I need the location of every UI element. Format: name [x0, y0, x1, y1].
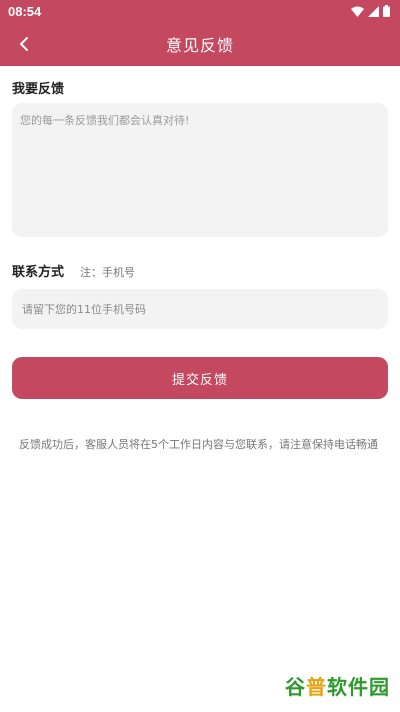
app-bar: 意见反馈	[0, 22, 400, 66]
feedback-textarea[interactable]	[12, 103, 388, 237]
watermark-part3: 软件园	[327, 675, 390, 699]
page-title: 意见反馈	[165, 36, 234, 55]
notice-text: 反馈成功后，客服人员将在5个工作日内容与您联系，请注意保持电话畅通	[19, 438, 378, 451]
status-bar: 08:54	[0, 0, 400, 22]
status-time: 08:54	[8, 3, 42, 19]
contact-row: 联系方式 注：手机号	[12, 261, 135, 280]
battery-icon	[383, 5, 390, 17]
wifi-icon	[351, 6, 364, 17]
status-icons	[351, 5, 390, 17]
back-arrow-icon	[20, 37, 28, 51]
submit-feedback-button[interactable]: 提交反馈	[12, 357, 388, 399]
contact-label: 联系方式	[12, 265, 65, 280]
watermark-part1: 谷	[285, 675, 306, 699]
feedback-section-title: 我要反馈	[12, 82, 65, 97]
back-button[interactable]	[8, 28, 40, 60]
signal-icon	[368, 5, 379, 17]
contact-note: 注：手机号	[80, 266, 136, 279]
watermark-part2: 普	[306, 675, 327, 699]
watermark-logo: 谷 普 软件园	[285, 671, 390, 700]
phone-input[interactable]	[12, 289, 388, 329]
